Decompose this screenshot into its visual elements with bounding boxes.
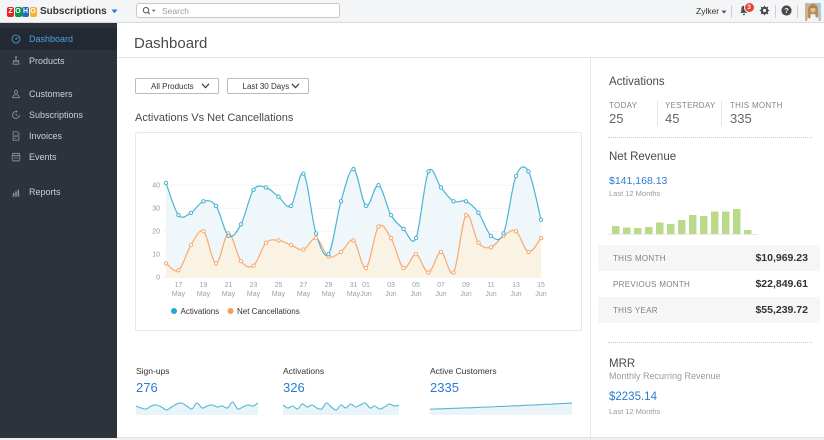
- svg-text:?: ?: [784, 6, 789, 15]
- svg-text:31: 31: [350, 282, 358, 289]
- svg-text:13: 13: [512, 282, 520, 289]
- svg-text:30: 30: [152, 206, 160, 213]
- svg-text:03: 03: [387, 282, 395, 289]
- svg-text:25: 25: [275, 282, 283, 289]
- svg-text:May: May: [272, 291, 286, 298]
- svg-text:Jun: Jun: [535, 291, 546, 298]
- svg-text:27: 27: [300, 282, 308, 289]
- svg-text:23: 23: [250, 282, 258, 289]
- svg-text:29: 29: [325, 282, 333, 289]
- svg-text:May: May: [247, 291, 261, 298]
- svg-text:May: May: [322, 291, 336, 298]
- svg-text:07: 07: [437, 282, 445, 289]
- svg-text:05: 05: [412, 282, 420, 289]
- svg-text:Jun: Jun: [435, 291, 446, 298]
- svg-text:40: 40: [152, 183, 160, 190]
- svg-text:May: May: [222, 291, 236, 298]
- svg-text:11: 11: [487, 282, 494, 289]
- svg-text:09: 09: [462, 282, 470, 289]
- svg-text:10: 10: [152, 252, 160, 259]
- svg-text:Jun: Jun: [460, 291, 471, 298]
- svg-text:May: May: [297, 291, 311, 298]
- svg-text:Activations: Activations: [181, 307, 220, 316]
- svg-text:May: May: [197, 291, 211, 298]
- svg-text:Jun: Jun: [360, 291, 371, 298]
- svg-text:15: 15: [537, 282, 545, 289]
- svg-text:Jun: Jun: [510, 291, 521, 298]
- svg-text:0: 0: [156, 275, 160, 282]
- svg-text:Jun: Jun: [485, 291, 496, 298]
- svg-text:20: 20: [152, 229, 160, 236]
- svg-text:May: May: [172, 291, 186, 298]
- svg-text:Jun: Jun: [385, 291, 396, 298]
- svg-text:21: 21: [225, 282, 233, 289]
- svg-text:19: 19: [200, 282, 208, 289]
- svg-text:01: 01: [362, 282, 370, 289]
- svg-text:May: May: [347, 291, 361, 298]
- svg-text:17: 17: [175, 282, 183, 289]
- svg-text:Net Cancellations: Net Cancellations: [237, 307, 300, 316]
- svg-text:Jun: Jun: [410, 291, 421, 298]
